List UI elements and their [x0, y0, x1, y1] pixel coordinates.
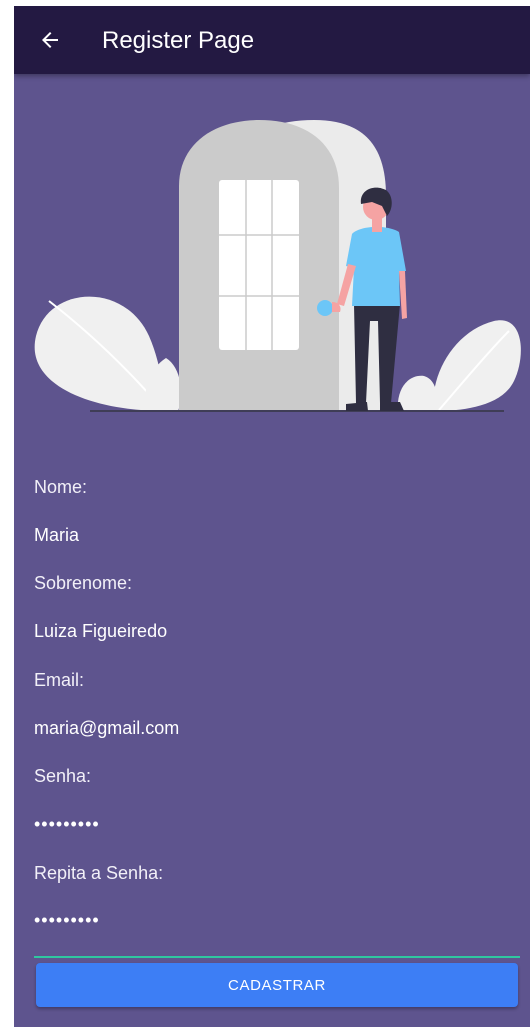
cadastrar-button[interactable]: CADASTRAR: [36, 963, 518, 1007]
email-label: Email:: [34, 670, 85, 690]
arrow-left-icon: [42, 32, 58, 48]
field-focus-underline: [34, 956, 520, 958]
app-bar: Register Page: [14, 6, 530, 74]
repita-senha-label: Repita a Senha:: [34, 863, 164, 883]
repita-senha-field[interactable]: •••••••••: [34, 909, 100, 931]
left-leaf-illustration: [34, 296, 182, 412]
nome-label: Nome:: [34, 477, 88, 497]
back-button[interactable]: [30, 20, 70, 60]
door-illustration: [34, 120, 521, 412]
nome-field[interactable]: Maria: [34, 524, 79, 546]
senha-label: Senha:: [34, 766, 92, 786]
door-window-illustration: [219, 180, 299, 350]
email-field[interactable]: maria@gmail.com: [34, 717, 179, 739]
sobrenome-field[interactable]: Luiza Figueiredo: [34, 620, 167, 642]
cadastrar-button-label: CADASTRAR: [228, 976, 326, 994]
right-leaf-illustration: [397, 320, 521, 411]
sobrenome-label: Sobrenome:: [34, 573, 133, 593]
register-screen: Register Page Nome: Maria Sobrenome: Lui…: [14, 6, 530, 1027]
senha-field[interactable]: •••••••••: [34, 813, 100, 835]
page-title: Register Page: [102, 27, 255, 54]
